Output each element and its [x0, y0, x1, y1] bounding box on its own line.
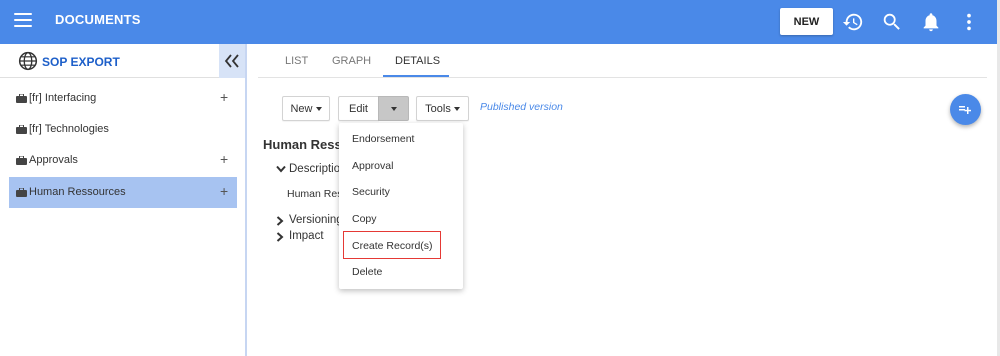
briefcase-icon — [16, 156, 27, 165]
section-label: Impact — [289, 230, 324, 242]
double-chevron-left-icon — [224, 54, 239, 68]
top-app-bar: DOCUMENTS NEW — [0, 0, 997, 44]
caret-down-icon — [453, 106, 460, 111]
new-dropdown-label: New — [290, 102, 313, 115]
sidebar-item-technologies[interactable]: [fr] Technologies — [9, 114, 237, 145]
edit-dropdown-toggle[interactable] — [378, 96, 409, 121]
tab-graph[interactable]: GRAPH — [332, 55, 371, 67]
history-icon[interactable] — [842, 11, 864, 33]
add-list-icon — [959, 106, 971, 114]
briefcase-icon — [16, 125, 27, 134]
menu-item-approval[interactable]: Approval — [352, 160, 393, 172]
sidebar-item-label: [fr] Interfacing — [29, 92, 97, 104]
sidebar: SOP EXPORT [fr] Interfacing + [fr] Techn… — [0, 44, 245, 356]
sidebar-title: SOP EXPORT — [42, 55, 120, 69]
caret-down-icon — [391, 107, 397, 111]
add-icon[interactable]: + — [220, 183, 228, 199]
menu-item-copy[interactable]: Copy — [352, 213, 377, 225]
edit-dropdown-menu: Endorsement Approval Security Copy Creat… — [339, 123, 463, 289]
tab-details[interactable]: DETAILS — [395, 55, 440, 67]
menu-item-endorsement[interactable]: Endorsement — [352, 133, 414, 145]
new-button[interactable]: NEW — [780, 8, 833, 35]
sidebar-item-label: [fr] Technologies — [29, 123, 109, 135]
menu-item-security[interactable]: Security — [352, 186, 390, 198]
sidebar-item-human-ressources[interactable]: Human Ressources + — [9, 177, 237, 208]
document-title: Human Ress — [263, 137, 342, 152]
chevron-right-icon — [276, 216, 284, 226]
tab-list[interactable]: LIST — [285, 55, 308, 67]
active-tab-indicator — [383, 75, 449, 77]
more-vert-icon[interactable] — [958, 11, 980, 33]
menu-item-delete[interactable]: Delete — [352, 266, 382, 278]
search-icon[interactable] — [881, 11, 903, 33]
briefcase-icon — [16, 188, 27, 197]
edit-button[interactable]: Edit — [338, 96, 379, 121]
section-label: Versioning — [289, 214, 343, 226]
tab-bar: LIST GRAPH DETAILS — [258, 44, 987, 78]
globe-icon — [18, 51, 38, 71]
collapse-sidebar-button[interactable] — [219, 44, 245, 78]
sidebar-item-label: Approvals — [29, 154, 78, 166]
menu-item-create-records[interactable]: Create Record(s) — [352, 240, 433, 252]
app-title: DOCUMENTS — [55, 12, 141, 27]
sidebar-divider — [245, 44, 247, 356]
tools-dropdown-label: Tools — [425, 102, 451, 115]
bell-icon[interactable] — [920, 11, 942, 33]
sidebar-item-interfacing[interactable]: [fr] Interfacing + — [9, 83, 237, 114]
briefcase-icon — [16, 94, 27, 103]
hamburger-icon[interactable] — [14, 13, 32, 29]
tools-dropdown-button[interactable]: Tools — [416, 96, 469, 121]
new-dropdown-button[interactable]: New — [282, 96, 330, 121]
sidebar-item-label: Human Ressources — [29, 186, 126, 198]
version-status: Published version — [480, 101, 563, 113]
section-description-content: Human Res — [287, 188, 343, 200]
add-list-button[interactable] — [950, 94, 981, 125]
chevron-right-icon — [276, 232, 284, 242]
add-icon[interactable]: + — [220, 151, 228, 167]
add-icon[interactable]: + — [220, 89, 228, 105]
section-label: Descriptio — [289, 163, 341, 175]
chevron-down-icon — [276, 165, 286, 173]
sidebar-item-approvals[interactable]: Approvals + — [9, 145, 237, 176]
caret-down-icon — [315, 106, 322, 111]
sidebar-header: SOP EXPORT — [0, 44, 245, 78]
